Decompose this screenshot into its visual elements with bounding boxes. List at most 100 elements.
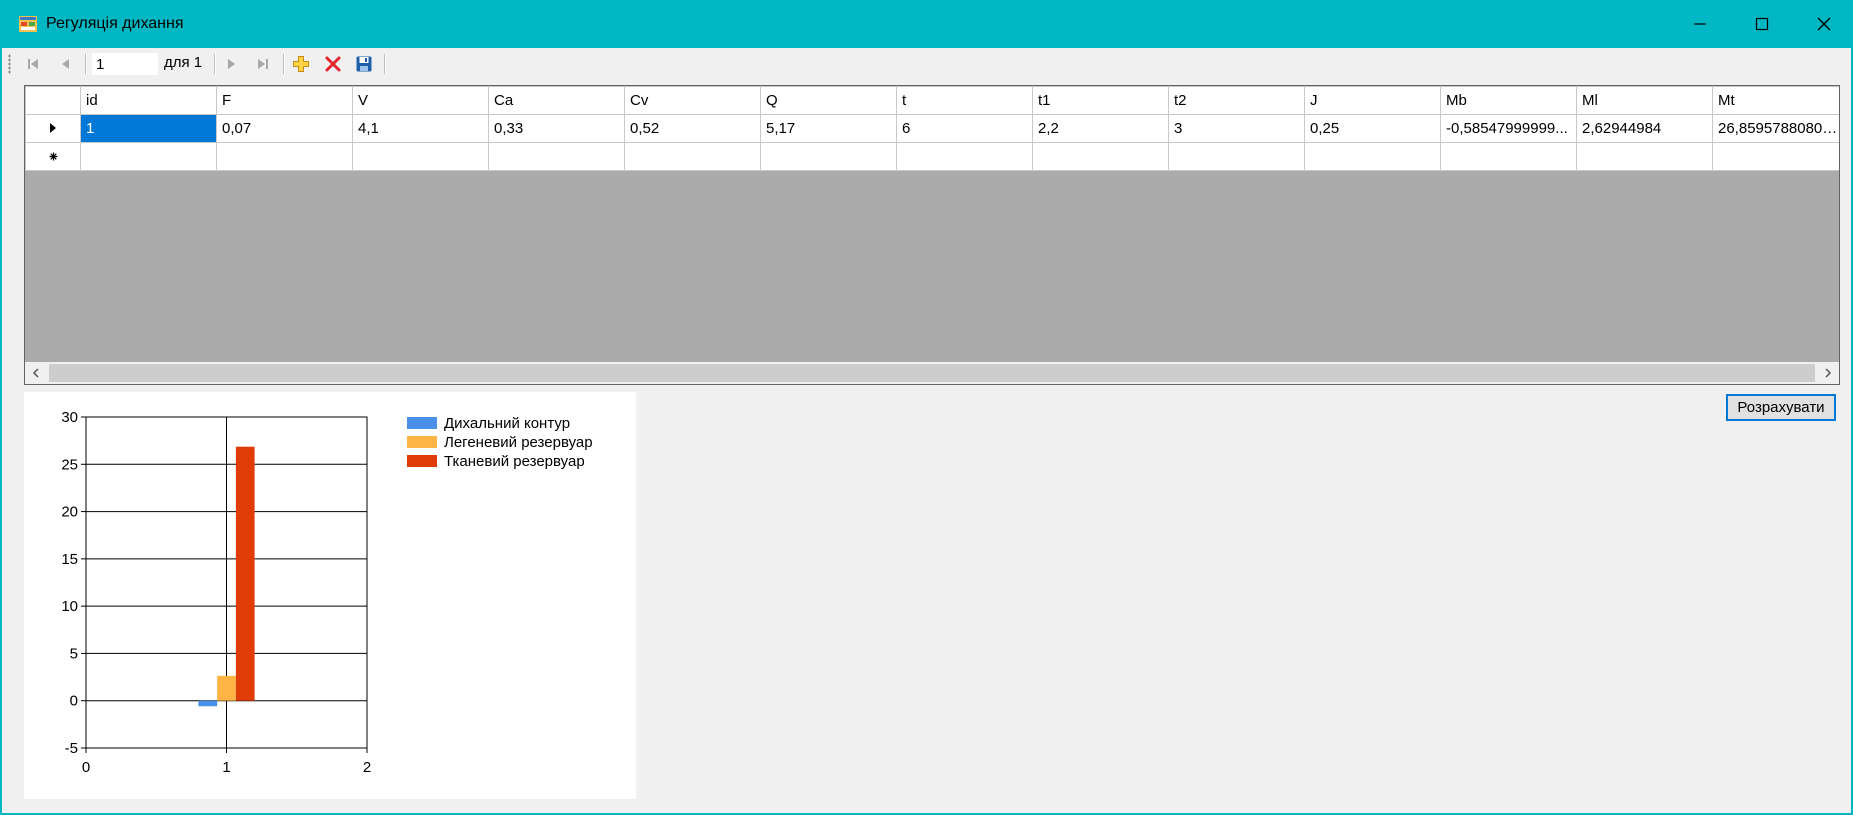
move-last-icon	[258, 59, 268, 69]
grid-cell-cv[interactable]: 0,52	[624, 114, 761, 143]
new-row-cell[interactable]	[1168, 142, 1305, 171]
new-row-cell[interactable]	[1440, 142, 1577, 171]
y-tick-label: 20	[61, 504, 78, 521]
column-header-ca[interactable]: Ca	[488, 86, 625, 115]
app-window: Регуляція дихання 1 для 1 id F V Ca Cv Q…	[0, 0, 1853, 815]
new-row-cell[interactable]	[216, 142, 353, 171]
close-icon	[1817, 17, 1831, 31]
x-tick-label: 2	[363, 759, 371, 776]
new-row-header[interactable]	[25, 142, 81, 171]
column-header-ml[interactable]: Ml	[1576, 86, 1713, 115]
column-header-cv[interactable]: Cv	[624, 86, 761, 115]
column-header-f[interactable]: F	[216, 86, 353, 115]
binding-navigator	[2, 48, 1851, 80]
row-header[interactable]	[25, 114, 81, 143]
legend-label-1: Дихальний контур	[444, 415, 570, 432]
grid-corner-header[interactable]	[25, 86, 81, 115]
grid-cell-t2[interactable]: 3	[1168, 114, 1305, 143]
close-button[interactable]	[1793, 0, 1853, 48]
grid-cell-f[interactable]: 0,07	[216, 114, 353, 143]
column-header-t1[interactable]: t1	[1032, 86, 1169, 115]
minimize-icon	[1694, 23, 1706, 25]
count-label: для 1	[164, 54, 203, 71]
save-button[interactable]	[353, 53, 375, 75]
new-row[interactable]	[25, 142, 1839, 171]
toolbar-grip[interactable]	[8, 54, 11, 74]
grid-cell-t[interactable]: 6	[896, 114, 1033, 143]
chevron-left-icon	[32, 368, 39, 378]
legend-label-3: Тканевий резервуар	[444, 453, 585, 470]
maximize-button[interactable]	[1731, 0, 1793, 48]
minimize-button[interactable]	[1669, 0, 1731, 48]
grid-cell-ca[interactable]: 0,33	[488, 114, 625, 143]
calculate-button[interactable]: Розрахувати	[1726, 394, 1836, 421]
column-header-id[interactable]: id	[80, 86, 217, 115]
y-tick-label: 30	[61, 409, 78, 426]
scroll-thumb[interactable]	[49, 364, 1815, 382]
column-header-t[interactable]: t	[896, 86, 1033, 115]
grid-cell-mt[interactable]: 26,85957880800...	[1712, 114, 1839, 143]
grid-cell-t1[interactable]: 2,2	[1032, 114, 1169, 143]
delete-icon	[325, 56, 341, 72]
bar-3	[235, 446, 255, 701]
column-header-t2[interactable]: t2	[1168, 86, 1305, 115]
bar-2	[217, 675, 236, 701]
x-tick-label: 1	[222, 759, 230, 776]
move-last-button[interactable]	[252, 53, 274, 75]
data-grid[interactable]: id F V Ca Cv Qt t1 t2 J Mb Ml Mt 1 0,07 4,1 0,33 0,52 5,…	[24, 85, 1840, 385]
title-bar[interactable]: Регуляція дихання	[2, 0, 1851, 48]
app-icon	[19, 16, 37, 32]
delete-button[interactable]	[322, 53, 344, 75]
horizontal-scrollbar[interactable]	[25, 362, 1839, 384]
new-row-icon	[49, 152, 57, 161]
add-icon	[293, 56, 309, 72]
grid-cell-q[interactable]: 5,17	[760, 114, 897, 143]
toolbar-separator	[384, 54, 386, 74]
new-row-cell[interactable]	[488, 142, 625, 171]
save-icon	[356, 56, 372, 72]
column-header-j[interactable]: J	[1304, 86, 1441, 115]
y-tick-label: 0	[70, 693, 78, 710]
new-row-cell[interactable]	[624, 142, 761, 171]
new-row-cell[interactable]	[1032, 142, 1169, 171]
position-input[interactable]	[92, 53, 158, 75]
legend-label-2: Легеневий резервуар	[444, 434, 593, 451]
new-row-cell[interactable]	[896, 142, 1033, 171]
grid-cell-ml[interactable]: 2,62944984	[1576, 114, 1713, 143]
new-row-cell[interactable]	[80, 142, 217, 171]
move-previous-button[interactable]	[55, 53, 77, 75]
y-tick-label: -5	[65, 740, 78, 757]
move-next-icon	[228, 59, 235, 69]
scroll-right-button[interactable]	[1817, 362, 1839, 384]
add-new-button[interactable]	[290, 53, 312, 75]
new-row-cell[interactable]	[1576, 142, 1713, 171]
current-row-icon	[50, 123, 56, 133]
scroll-left-button[interactable]	[25, 362, 47, 384]
new-row-cell[interactable]	[1304, 142, 1441, 171]
column-header-v[interactable]: V	[352, 86, 489, 115]
new-row-cell[interactable]	[1712, 142, 1839, 171]
new-row-cell[interactable]	[760, 142, 897, 171]
grid-cell-j[interactable]: 0,25	[1304, 114, 1441, 143]
grid-cell-mb[interactable]: -0,58547999999...	[1440, 114, 1577, 143]
window-title: Регуляція дихання	[46, 15, 184, 32]
new-row-cell[interactable]	[352, 142, 489, 171]
move-first-icon	[28, 59, 38, 69]
column-header-q[interactable]: Q	[760, 86, 897, 115]
move-previous-icon	[62, 59, 69, 69]
toolbar-separator	[283, 54, 285, 74]
grid-cell-v[interactable]: 4,1	[352, 114, 489, 143]
move-next-button[interactable]	[220, 53, 242, 75]
x-tick-label: 0	[82, 759, 90, 776]
table-row[interactable]: 1 0,07 4,1 0,33 0,52 5,17 6 2,2 3 0,25 -0,58547999…	[25, 114, 1839, 143]
y-tick-label: 10	[61, 598, 78, 615]
column-header-mb[interactable]: Mb	[1440, 86, 1577, 115]
move-first-button[interactable]	[22, 53, 44, 75]
legend-swatch-2	[407, 436, 437, 448]
column-header-mt[interactable]: Mt	[1712, 86, 1839, 115]
grid-cell-id[interactable]: 1	[80, 114, 217, 143]
bar-chart: -50510152025300 1 2Дихальний контурЛегенев…	[61, 409, 593, 776]
chevron-right-icon	[1825, 368, 1832, 378]
bar-1	[198, 700, 218, 707]
y-tick-label: 5	[70, 645, 78, 662]
